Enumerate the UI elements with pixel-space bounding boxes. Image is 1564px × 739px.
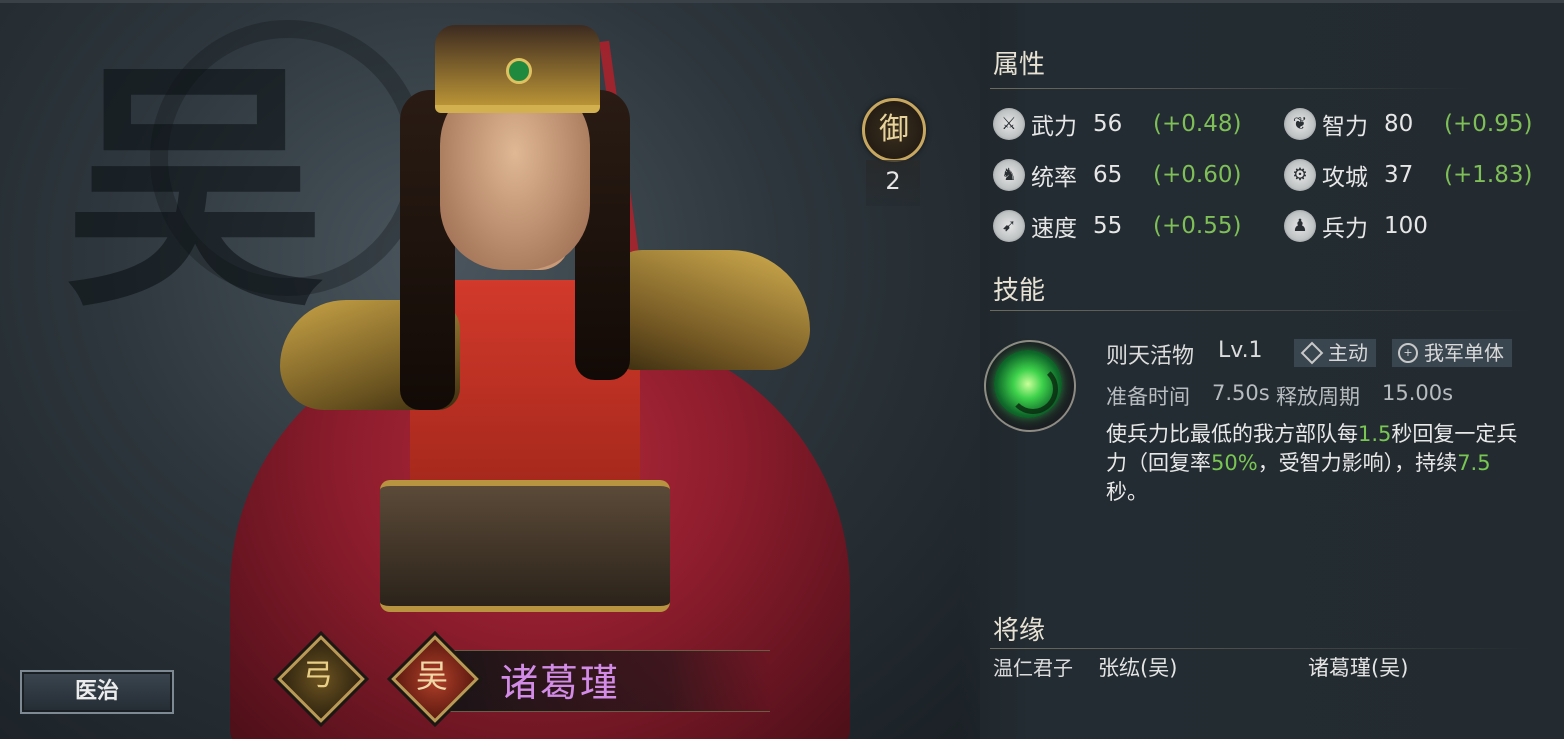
skill-target-tag: + 我军单体: [1392, 339, 1512, 367]
stat-wuli: ⚔ 武力 56 (+0.48): [993, 106, 1241, 142]
shoulder-armor-right: [610, 250, 810, 370]
stat-gongcheng: ⚙ 攻城 37 (+1.83): [1284, 157, 1532, 193]
skill-icon[interactable]: [978, 334, 1078, 434]
skill-description: 使兵力比最低的我方部队每1.5秒回复一定兵力（回复率50%，受智力影响），持续7…: [1106, 420, 1530, 507]
cycle-label: 释放周期: [1276, 385, 1360, 409]
skill-type-tag: 主动: [1294, 339, 1376, 367]
prep-time-value: 7.50s: [1212, 381, 1270, 405]
sword-icon: ⚔: [993, 108, 1025, 140]
role-badge[interactable]: 御 2: [862, 98, 926, 210]
desc-text: ，受智力影响），持续: [1257, 451, 1458, 475]
stat-growth: (+0.55): [1153, 213, 1242, 239]
stat-growth: (+0.95): [1444, 111, 1533, 137]
stat-value: 100: [1384, 213, 1428, 239]
skill-target-label: 我军单体: [1424, 341, 1504, 365]
active-icon: [1300, 341, 1324, 365]
stat-label: 攻城: [1322, 165, 1368, 191]
bow-class-icon: 弓: [303, 658, 333, 693]
stat-value: 56: [1093, 111, 1123, 137]
heal-button[interactable]: 医治: [20, 670, 174, 714]
belt: [380, 480, 670, 612]
fate-member[interactable]: 张纮(吴): [1098, 652, 1177, 682]
stat-growth: (+0.48): [1153, 111, 1242, 137]
fate-member[interactable]: 诸葛瑾(吴): [1308, 652, 1408, 682]
desc-highlight: 1.5: [1358, 422, 1392, 446]
stat-value: 55: [1093, 213, 1123, 239]
top-border: [0, 0, 1564, 3]
attributes-title: 属性: [993, 50, 1046, 80]
desc-text: 秒。: [1106, 480, 1148, 504]
fate-rule: [990, 648, 1530, 649]
stat-value: 65: [1093, 162, 1123, 188]
skill-swirl-icon: [1008, 364, 1058, 414]
stat-growth: (+0.60): [1153, 162, 1242, 188]
desc-highlight: 7.5: [1457, 451, 1491, 475]
stat-label: 智力: [1322, 114, 1368, 140]
boot-icon: ➹: [993, 210, 1025, 242]
banner-icon: ♞: [993, 159, 1025, 191]
skills-title: 技能: [993, 276, 1046, 306]
skills-rule: [990, 310, 1530, 311]
role-char: 御: [862, 98, 926, 162]
brain-icon: ❦: [1284, 108, 1316, 140]
stat-value: 80: [1384, 111, 1414, 137]
stat-label: 兵力: [1322, 216, 1368, 242]
skill-level: Lv.1: [1218, 338, 1263, 363]
crown-gem: [506, 58, 532, 84]
stat-zhili: ❦ 智力 80 (+0.95): [1284, 106, 1532, 142]
fate-title: 将缘: [993, 616, 1046, 646]
cycle-value: 15.00s: [1382, 381, 1454, 405]
stat-value: 37: [1384, 162, 1414, 188]
hero-portrait: [210, 0, 870, 739]
role-level: 2: [866, 160, 920, 206]
faction-char: 吴: [415, 657, 448, 695]
stat-label: 速度: [1031, 216, 1077, 242]
stat-sudu: ➹ 速度 55 (+0.55): [993, 208, 1241, 244]
troops-icon: ♟: [1284, 210, 1316, 242]
skill-name: 则天活物: [1106, 344, 1195, 369]
prep-time-label: 准备时间: [1106, 385, 1190, 409]
attributes-rule: [990, 88, 1470, 89]
skill-type-label: 主动: [1328, 341, 1368, 365]
target-icon: +: [1398, 343, 1418, 363]
stat-growth: (+1.83): [1444, 162, 1533, 188]
stat-label: 统率: [1031, 165, 1077, 191]
hero-name: 诸葛瑾: [500, 661, 621, 705]
fate-label: 温仁君子: [993, 656, 1073, 680]
stat-tongshuai: ♞ 统率 65 (+0.60): [993, 157, 1241, 193]
stat-bingli: ♟ 兵力 100: [1284, 208, 1444, 244]
desc-highlight: 50%: [1211, 451, 1258, 475]
siege-icon: ⚙: [1284, 159, 1316, 191]
stat-label: 武力: [1031, 114, 1077, 140]
desc-text: 使兵力比最低的我方部队每: [1106, 422, 1358, 446]
hero-detail-screen: 吴 御 2 属性 ⚔ 武力 56 (+0.48) ❦ 智力 80 (+0.95)…: [0, 0, 1564, 739]
